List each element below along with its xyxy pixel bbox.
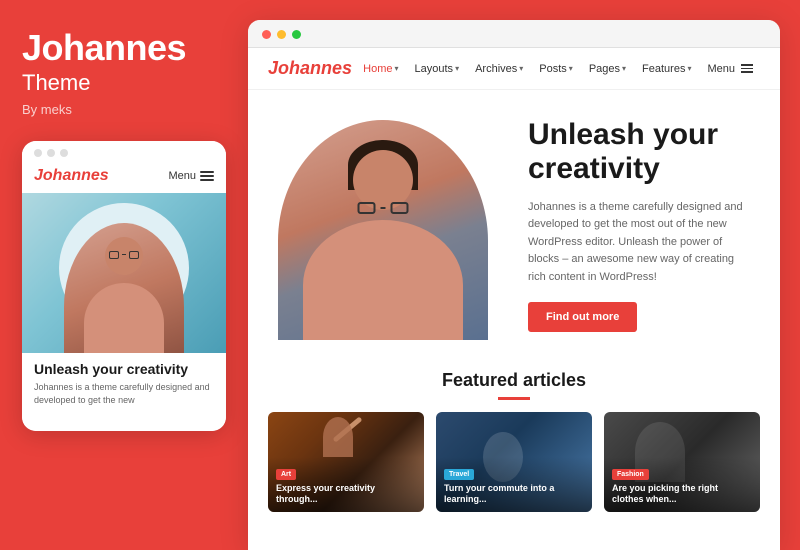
desktop-content: ⚙ Unleash your cre xyxy=(248,90,780,550)
card-overlay-2: Travel Turn your commute into a learning… xyxy=(436,457,592,512)
dot-1 xyxy=(34,149,42,157)
chrome-dot-green[interactable] xyxy=(292,30,301,39)
card-badge-1: Art xyxy=(276,469,296,480)
featured-card-2[interactable]: Travel Turn your commute into a learning… xyxy=(436,412,592,512)
chevron-icon: ▾ xyxy=(455,64,459,73)
featured-card-1[interactable]: Art Express your creativity through... xyxy=(268,412,424,512)
featured-cards: Art Express your creativity through... T… xyxy=(268,412,760,512)
mobile-menu-label: Menu xyxy=(168,170,196,182)
mobile-logo: Johannes xyxy=(34,167,109,185)
mobile-hero-image xyxy=(22,193,226,353)
hero-text: Unleash your creativity Johannes is a th… xyxy=(498,118,750,333)
hamburger-icon xyxy=(200,171,214,181)
nav-link-archives[interactable]: Archives ▾ xyxy=(468,59,530,79)
desktop-preview: Johannes Home ▾ Layouts ▾ Archives ▾ Pos… xyxy=(248,20,780,550)
featured-section: Featured articles Art Express your creat… xyxy=(248,360,780,512)
theme-author: By meks xyxy=(22,102,186,117)
featured-card-3[interactable]: Fashion Are you picking the right clothe… xyxy=(604,412,760,512)
brand-title: Johannes Theme By meks xyxy=(22,28,186,117)
card-title-1: Express your creativity through... xyxy=(276,483,416,506)
desktop-nav: Johannes Home ▾ Layouts ▾ Archives ▾ Pos… xyxy=(248,48,780,90)
theme-subtitle: Theme xyxy=(22,70,186,96)
nav-link-features[interactable]: Features ▾ xyxy=(635,59,698,79)
mobile-nav: Johannes Menu xyxy=(22,163,226,193)
glasses-right xyxy=(129,251,139,259)
person-glasses xyxy=(358,202,409,214)
person-body xyxy=(84,283,164,353)
chevron-icon: ▾ xyxy=(622,64,626,73)
hero-section: Unleash your creativity Johannes is a th… xyxy=(248,90,780,360)
card-title-2: Turn your commute into a learning... xyxy=(444,483,584,506)
dot-2 xyxy=(47,149,55,157)
chrome-dot-yellow[interactable] xyxy=(277,30,286,39)
person-face xyxy=(353,150,413,210)
card-badge-2: Travel xyxy=(444,469,474,480)
hero-title: Unleash your creativity xyxy=(528,118,750,187)
hero-image-area xyxy=(268,110,498,340)
featured-underline xyxy=(498,397,530,400)
desktop-nav-links: Home ▾ Layouts ▾ Archives ▾ Posts ▾ Page… xyxy=(356,59,760,79)
featured-title: Featured articles xyxy=(268,370,760,391)
card-overlay-3: Fashion Are you picking the right clothe… xyxy=(604,457,760,512)
chevron-icon: ▾ xyxy=(519,64,523,73)
mobile-menu[interactable]: Menu xyxy=(168,170,214,182)
glasses-right xyxy=(391,202,409,214)
hamburger-icon xyxy=(741,64,753,73)
mobile-hero-text: Johannes is a theme carefully designed a… xyxy=(34,381,214,406)
chevron-icon: ▾ xyxy=(687,64,691,73)
card-overlay-1: Art Express your creativity through... xyxy=(268,457,424,512)
glasses-left xyxy=(109,251,119,259)
desktop-logo: Johannes xyxy=(268,58,352,79)
chrome-dot-red[interactable] xyxy=(262,30,271,39)
chevron-icon: ▾ xyxy=(395,64,399,73)
glasses-bridge xyxy=(381,207,386,209)
chevron-icon: ▾ xyxy=(569,64,573,73)
hero-description: Johannes is a theme carefully designed a… xyxy=(528,199,750,287)
mobile-content: Unleash your creativity Johannes is a th… xyxy=(22,353,226,431)
hero-person-image xyxy=(278,120,488,340)
mobile-hero-title: Unleash your creativity xyxy=(34,361,214,378)
nav-link-posts[interactable]: Posts ▾ xyxy=(532,59,580,79)
nav-link-home[interactable]: Home ▾ xyxy=(356,59,405,79)
glasses-left xyxy=(358,202,376,214)
browser-chrome xyxy=(248,20,780,48)
theme-name: Johannes xyxy=(22,28,186,68)
find-out-more-button[interactable]: Find out more xyxy=(528,302,637,332)
nav-link-pages[interactable]: Pages ▾ xyxy=(582,59,633,79)
arm-decoration xyxy=(323,417,353,457)
mobile-browser-dots xyxy=(22,141,226,163)
card-badge-3: Fashion xyxy=(612,469,649,480)
nav-link-menu[interactable]: Menu xyxy=(700,59,760,79)
dot-3 xyxy=(60,149,68,157)
glasses-bridge xyxy=(122,254,125,256)
person-glasses xyxy=(109,251,139,259)
nav-link-layouts[interactable]: Layouts ▾ xyxy=(408,59,467,79)
person-body xyxy=(303,220,463,340)
left-panel: Johannes Theme By meks Johannes Menu xyxy=(0,0,248,550)
mobile-preview: Johannes Menu Unleash your creati xyxy=(22,141,226,431)
card-title-3: Are you picking the right clothes when..… xyxy=(612,483,752,506)
